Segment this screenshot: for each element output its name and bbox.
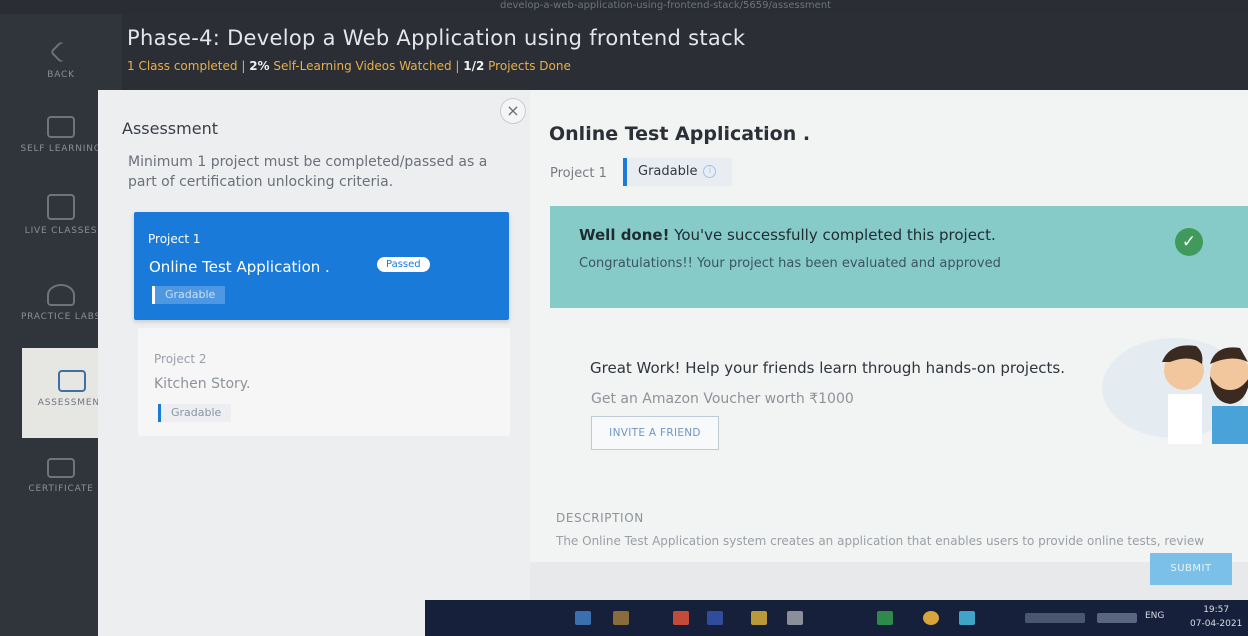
project-card-2[interactable]: Project 2 Kitchen Story. Gradable (138, 328, 510, 436)
assessment-description: Minimum 1 project must be completed/pass… (128, 154, 488, 190)
tab-gradable[interactable]: Gradable i (623, 158, 733, 186)
certificate-icon (47, 458, 75, 478)
project-title: Online Test Application . (549, 123, 811, 145)
browser-url-strip: develop-a-web-application-using-frontend… (0, 0, 1248, 14)
taskbar-app-icon[interactable] (923, 611, 939, 625)
description-label: DESCRIPTION (556, 511, 644, 525)
sidebar-item-label: CERTIFICATE (28, 484, 94, 494)
projects-count: 1/2 (463, 59, 485, 73)
referral-reward: Get an Amazon Voucher worth ₹1000 (591, 391, 854, 407)
check-circle-icon: ✓ (1175, 228, 1203, 256)
success-heading-text: You've successfully completed this proje… (669, 226, 996, 244)
clock[interactable]: 19:57 07-04-2021 (1190, 603, 1242, 631)
tab-project-1[interactable]: Project 1 (550, 166, 607, 181)
taskbar-app-icon[interactable] (751, 611, 767, 625)
page-title: Phase-4: Develop a Web Application using… (127, 26, 746, 50)
network-volume-icons[interactable] (1097, 613, 1137, 623)
success-heading-bold: Well done! (579, 226, 670, 244)
project-number: Project 2 (154, 352, 207, 366)
gradable-tag: Gradable (152, 286, 226, 304)
success-heading: Well done! You've successfully completed… (579, 226, 996, 244)
flask-icon (47, 284, 75, 306)
project-number: Project 1 (148, 232, 201, 246)
assessment-icon (58, 370, 86, 392)
project-card-1[interactable]: Project 1 Online Test Application . Pass… (134, 212, 509, 320)
sidebar-item-label: PRACTICE LABS (20, 312, 102, 322)
assessment-title: Assessment (122, 119, 218, 138)
success-message: Congratulations!! Your project has been … (579, 256, 1001, 271)
taskbar-app-icon[interactable] (707, 611, 723, 625)
taskbar-app-icon[interactable] (787, 611, 803, 625)
taskbar-app-icon[interactable] (959, 611, 975, 625)
language-indicator[interactable]: ENG (1145, 611, 1164, 621)
url-text: develop-a-web-application-using-frontend… (500, 0, 832, 11)
videos-percent: 2% (249, 59, 270, 73)
friends-illustration (1102, 338, 1248, 444)
chrome-icon[interactable] (673, 611, 689, 625)
progress-summary: 1 Class completed | 2% Self-Learning Vid… (127, 59, 571, 73)
videos-progress-label: Self-Learning Videos Watched | (269, 59, 464, 73)
close-button[interactable]: × (500, 98, 526, 124)
sidebar-item-label: ASSESSMENT (37, 398, 107, 408)
submit-button[interactable]: SUBMIT (1150, 553, 1232, 585)
book-icon (47, 116, 75, 138)
back-arrow-icon (49, 40, 73, 64)
clock-time: 19:57 (1203, 605, 1230, 615)
sidebar-item-label: SELF LEARNING (20, 144, 102, 154)
clock-date: 07-04-2021 (1190, 619, 1243, 629)
os-taskbar: ENG 19:57 07-04-2021 (425, 600, 1248, 636)
sidebar-item-label: BACK (47, 70, 75, 80)
page-header: Phase-4: Develop a Web Application using… (0, 14, 1248, 94)
info-icon[interactable]: i (703, 165, 717, 178)
project-name: Kitchen Story. (154, 376, 251, 392)
sidebar-item-back[interactable]: BACK (0, 34, 122, 94)
sidebar-item-label: LIVE CLASSES (24, 226, 98, 236)
excel-icon[interactable] (877, 611, 893, 625)
gradable-tag: Gradable (158, 404, 232, 422)
taskbar-app-icon[interactable] (575, 611, 591, 625)
calendar-icon (47, 194, 75, 220)
description-text: The Online Test Application system creat… (556, 534, 1205, 548)
taskbar-app-icon[interactable] (613, 611, 629, 625)
tab-gradable-label: Gradable (638, 164, 698, 179)
passed-badge: Passed (377, 257, 430, 272)
system-tray-icons[interactable] (1025, 613, 1085, 623)
success-banner: Well done! You've successfully completed… (550, 206, 1248, 308)
projects-progress-label: Projects Done (484, 59, 571, 73)
project-name: Online Test Application . (149, 258, 330, 276)
referral-heading: Great Work! Help your friends learn thro… (590, 359, 1066, 377)
classes-progress: 1 Class completed | (127, 59, 250, 73)
invite-friend-button[interactable]: INVITE A FRIEND (591, 416, 719, 450)
